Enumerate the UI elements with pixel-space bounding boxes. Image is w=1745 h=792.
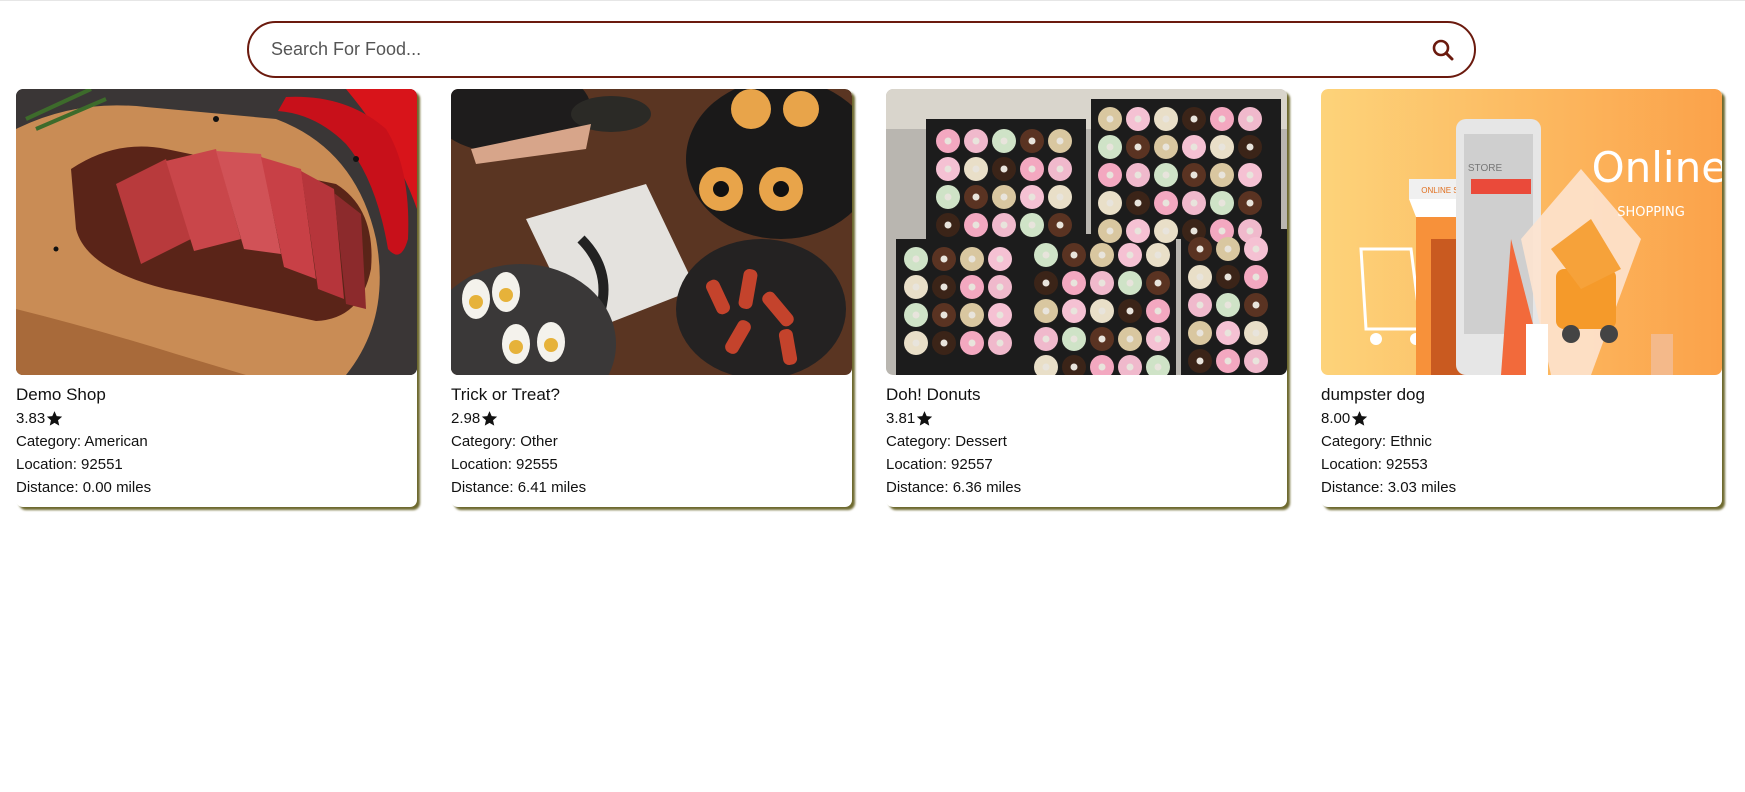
search-bar[interactable] [247,21,1476,78]
distance-value: 6.36 miles [952,479,1022,496]
star-icon [917,411,933,426]
distance-line: Distance: 6.36 miles [886,479,1022,496]
location-value: 92551 [81,456,123,473]
svg-text:Online.: Online. [1592,143,1722,192]
distance-line: Distance: 0.00 miles [16,479,152,496]
location-value: 92555 [516,456,558,473]
restaurant-image: ONLINE STORE STORE Online. SHOPPING [1321,89,1722,375]
svg-text:SHOPPING: SHOPPING [1617,205,1685,220]
category-value: Other [520,433,558,450]
rating-value: 8.00 [1321,410,1351,427]
restaurant-name[interactable]: Doh! Donuts [886,384,1287,406]
restaurant-name[interactable]: dumpster dog [1321,384,1722,406]
rating: 8.00 [1321,407,1722,430]
restaurant-image [16,89,417,375]
restaurant-image [451,89,852,375]
rating: 3.83 [16,407,417,430]
category-value: American [84,433,148,450]
star-icon [1352,411,1368,426]
restaurant-card[interactable]: Doh! Donuts 3.81 Category: Dessert Locat… [886,89,1287,507]
category-line: Category: Dessert [886,433,1007,450]
star-icon [482,411,498,426]
category-line: Category: American [16,433,148,450]
svg-text:STORE: STORE [1468,163,1503,174]
category-line: Category: Ethnic [1321,433,1432,450]
distance-value: 0.00 miles [82,479,152,496]
location-value: 92553 [1386,456,1428,473]
distance-value: 6.41 miles [517,479,587,496]
restaurant-name[interactable]: Demo Shop [16,384,417,406]
location-line: Location: 92551 [16,456,123,473]
star-icon [47,411,63,426]
location-line: Location: 92553 [1321,456,1428,473]
restaurant-card[interactable]: Demo Shop 3.83 Category: American Locati… [16,89,417,507]
rating-value: 3.81 [886,410,916,427]
search-icon[interactable] [1430,37,1456,63]
location-line: Location: 92557 [886,456,993,473]
category-value: Ethnic [1390,433,1432,450]
restaurant-name[interactable]: Trick or Treat? [451,384,852,406]
distance-line: Distance: 6.41 miles [451,479,587,496]
restaurant-card[interactable]: Trick or Treat? 2.98 Category: Other Loc… [451,89,852,507]
top-divider [0,0,1745,1]
rating-value: 3.83 [16,410,46,427]
restaurant-image [886,89,1287,375]
category-line: Category: Other [451,433,558,450]
search-input[interactable] [269,28,1430,71]
rating-value: 2.98 [451,410,481,427]
distance-value: 3.03 miles [1387,479,1457,496]
distance-line: Distance: 3.03 miles [1321,479,1457,496]
rating: 3.81 [886,407,1287,430]
rating: 2.98 [451,407,852,430]
location-value: 92557 [951,456,993,473]
restaurant-card[interactable]: ONLINE STORE STORE Online. SHOPPING dump… [1321,89,1722,507]
location-line: Location: 92555 [451,456,558,473]
category-value: Dessert [955,433,1007,450]
